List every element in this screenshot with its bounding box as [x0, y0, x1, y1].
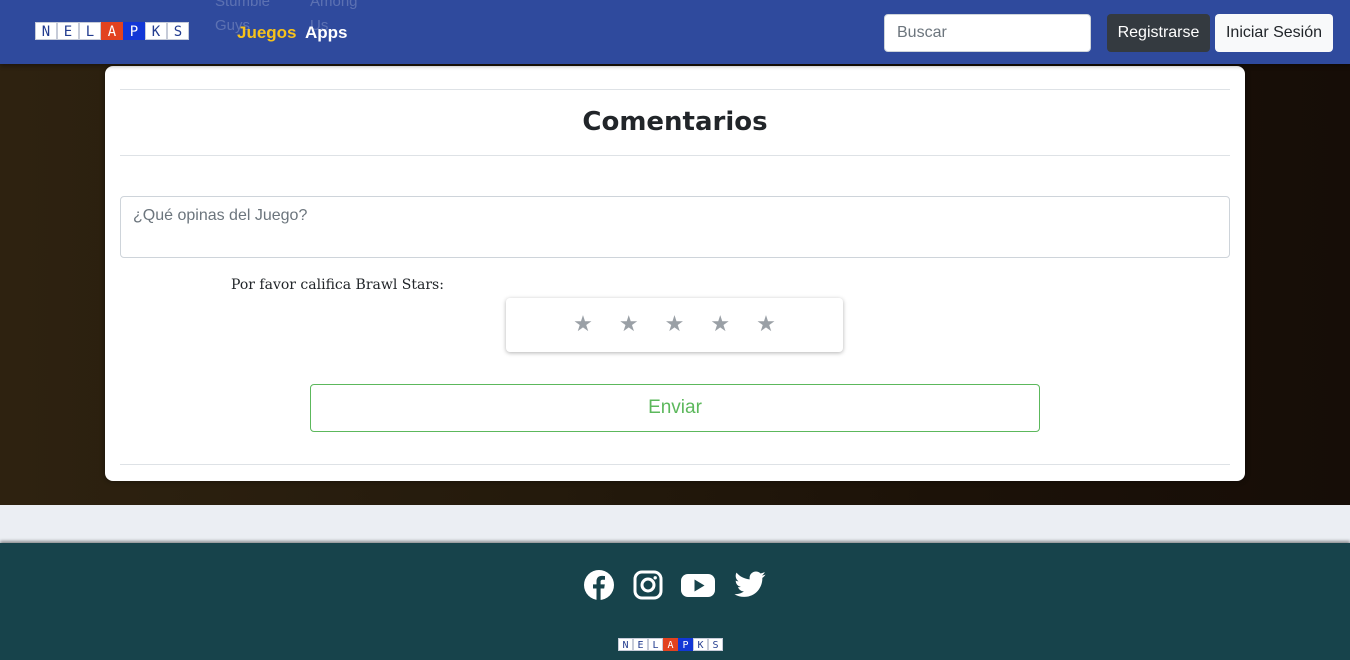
- logo-letter: L: [648, 638, 663, 651]
- divider: [120, 464, 1230, 465]
- logo-letter: E: [57, 22, 79, 40]
- instagram-icon[interactable]: [631, 568, 665, 602]
- nav-link-apps[interactable]: Apps: [305, 23, 348, 43]
- logo-letter: S: [708, 638, 723, 651]
- submit-button[interactable]: Enviar: [310, 384, 1040, 432]
- star-icon[interactable]: ★: [756, 314, 776, 336]
- logo-letter: E: [633, 638, 648, 651]
- login-button[interactable]: Iniciar Sesión: [1215, 14, 1333, 52]
- divider: [120, 89, 1230, 90]
- logo-letter: K: [693, 638, 708, 651]
- logo-letter: N: [35, 22, 57, 40]
- footer-logo[interactable]: N E L A P K S: [618, 638, 723, 651]
- divider: [120, 155, 1230, 156]
- star-icon[interactable]: ★: [619, 314, 639, 336]
- navbar: N E L A P K S Stumble Guys Among Us Jueg…: [0, 0, 1350, 64]
- page-spacer: [0, 505, 1350, 543]
- logo-letter: A: [663, 638, 678, 651]
- comments-title: Comentarios: [582, 107, 768, 137]
- nav-link-juegos[interactable]: Juegos: [237, 23, 297, 43]
- rating-label: Por favor califica Brawl Stars:: [231, 277, 444, 293]
- logo-letter: P: [678, 638, 693, 651]
- star-icon[interactable]: ★: [665, 314, 685, 336]
- register-button[interactable]: Registrarse: [1107, 14, 1210, 52]
- comment-input[interactable]: [120, 196, 1230, 258]
- twitter-icon[interactable]: [733, 568, 767, 602]
- logo-letter: N: [618, 638, 633, 651]
- youtube-icon[interactable]: [680, 568, 716, 602]
- star-icon[interactable]: ★: [573, 314, 593, 336]
- facebook-icon[interactable]: [582, 568, 616, 602]
- comments-card: Comentarios Por favor califica Brawl Sta…: [105, 66, 1245, 481]
- logo-letter: P: [123, 22, 145, 40]
- star-icon[interactable]: ★: [710, 314, 730, 336]
- logo-letter: L: [79, 22, 101, 40]
- nelapks-logo[interactable]: N E L A P K S: [35, 22, 189, 40]
- logo-letter: S: [167, 22, 189, 40]
- logo-letter: K: [145, 22, 167, 40]
- star-rating: ★ ★ ★ ★ ★: [506, 298, 843, 352]
- footer: N E L A P K S: [0, 543, 1350, 660]
- logo-letter: A: [101, 22, 123, 40]
- search-input[interactable]: [884, 14, 1091, 52]
